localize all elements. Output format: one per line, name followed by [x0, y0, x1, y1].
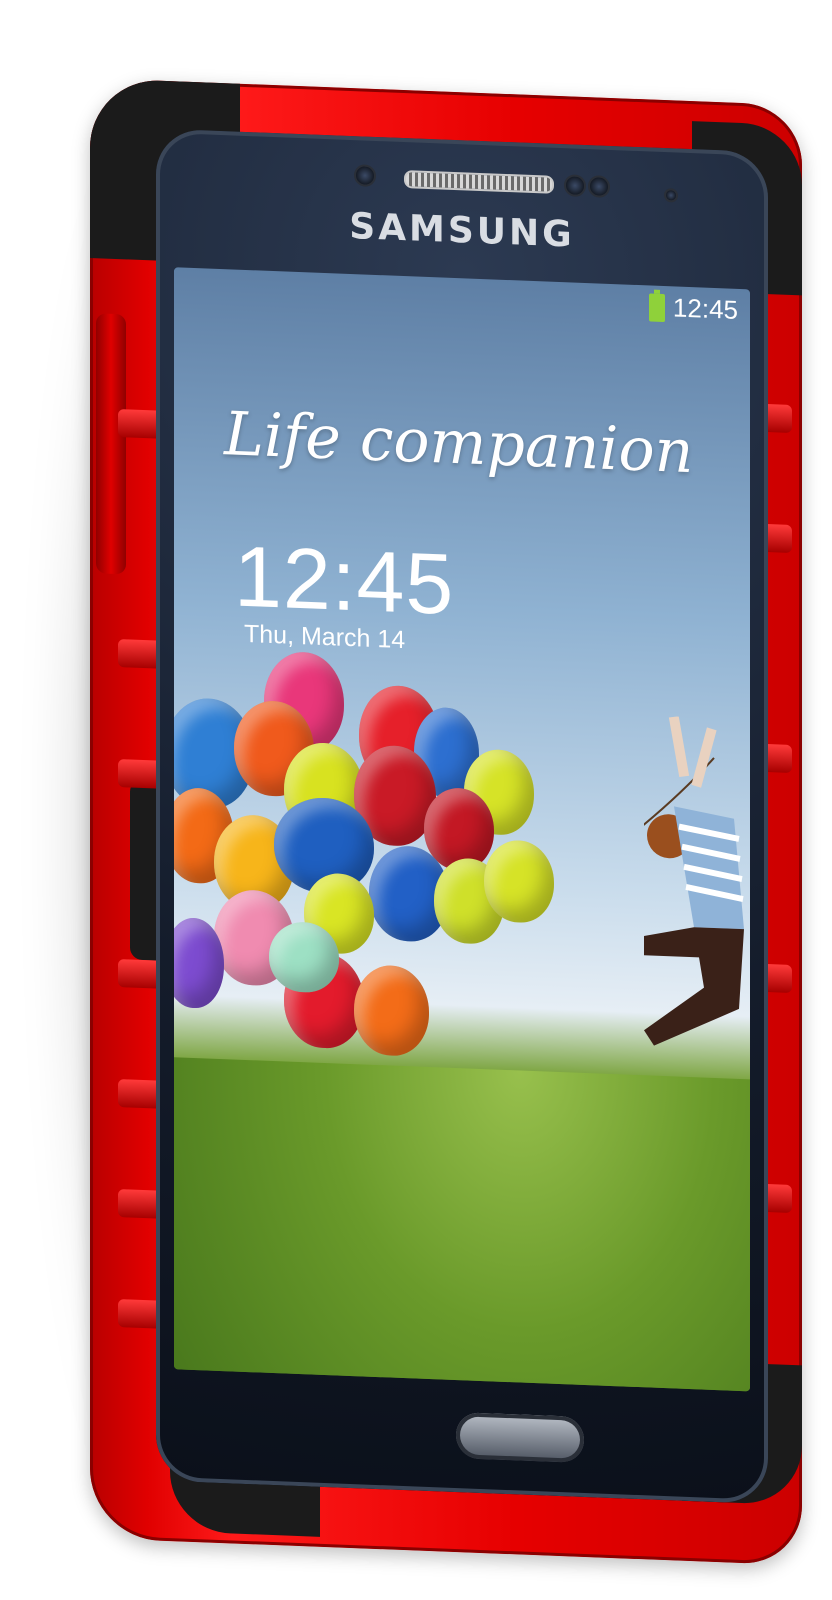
phone-front: SAMSUNG 12:45 Life companion 12:45 Thu, … [156, 128, 768, 1505]
brand-logo: SAMSUNG [349, 205, 575, 256]
lock-screen[interactable]: 12:45 Life companion 12:45 Thu, March 14 [174, 267, 750, 1392]
grass-field [174, 1057, 750, 1392]
product-photo: SAMSUNG 12:45 Life companion 12:45 Thu, … [0, 0, 832, 1600]
earpiece-speaker [404, 170, 554, 194]
wallpaper-tagline: Life companion [224, 399, 694, 488]
balloon [354, 964, 429, 1058]
lock-date: Thu, March 14 [244, 619, 406, 655]
jumping-child [644, 716, 744, 1046]
phone: SAMSUNG 12:45 Life companion 12:45 Thu, … [90, 78, 802, 1566]
lock-clock: 12:45 [234, 528, 455, 633]
status-bar: 12:45 [648, 291, 738, 325]
volume-button-cover [96, 313, 126, 575]
proximity-sensor-icon [354, 164, 376, 187]
status-time: 12:45 [672, 292, 738, 325]
battery-icon [648, 292, 665, 322]
front-camera-icon [564, 174, 586, 198]
light-sensor-icon [588, 175, 610, 198]
home-button[interactable] [456, 1412, 584, 1463]
led-indicator-icon [664, 188, 678, 203]
balloon [484, 839, 554, 924]
